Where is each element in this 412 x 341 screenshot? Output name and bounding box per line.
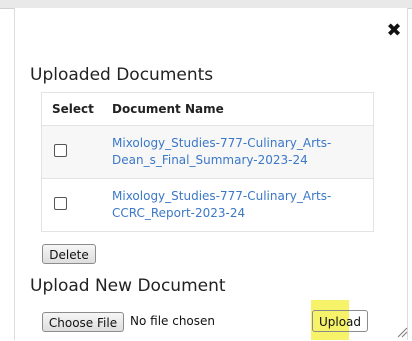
document-checkbox[interactable] xyxy=(54,197,67,210)
table-row: Mixology_Studies-777-Culinary_Arts- CCRC… xyxy=(41,178,374,232)
column-header-document-name: Document Name xyxy=(102,92,374,126)
upload-new-document-title: Upload New Document xyxy=(30,276,226,296)
document-link-line-2: Dean_s_Final_Summary-2023-24 xyxy=(112,153,308,167)
choose-file-button[interactable]: Choose File xyxy=(42,312,124,332)
select-cell xyxy=(41,125,102,179)
document-link-line-1: Mixology_Studies-777-Culinary_Arts- xyxy=(112,189,332,203)
document-name-cell: Mixology_Studies-777-Culinary_Arts- CCRC… xyxy=(102,178,374,232)
document-link[interactable]: Mixology_Studies-777-Culinary_Arts- Dean… xyxy=(112,135,342,169)
document-checkbox[interactable] xyxy=(54,144,67,157)
document-link-line-2: CCRC_Report-2023-24 xyxy=(112,206,246,220)
table-header-row: Select Document Name xyxy=(41,92,374,126)
select-cell xyxy=(41,178,102,232)
documents-table: Select Document Name Mixology_Studies-77… xyxy=(41,92,374,232)
document-name-cell: Mixology_Studies-777-Culinary_Arts- Dean… xyxy=(102,125,374,179)
upload-button[interactable]: Upload xyxy=(312,310,368,332)
file-status-text: No file chosen xyxy=(130,314,216,328)
uploaded-documents-title: Uploaded Documents xyxy=(30,65,214,85)
document-link-line-1: Mixology_Studies-777-Culinary_Arts- xyxy=(112,136,332,150)
page: ✖ Uploaded Documents Select Document Nam… xyxy=(0,0,412,341)
resize-grip-icon[interactable] xyxy=(396,326,408,338)
document-link[interactable]: Mixology_Studies-777-Culinary_Arts- CCRC… xyxy=(112,188,342,222)
delete-button[interactable]: Delete xyxy=(42,244,96,264)
column-header-select: Select xyxy=(41,92,102,126)
close-icon[interactable]: ✖ xyxy=(385,22,403,40)
table-row: Mixology_Studies-777-Culinary_Arts- Dean… xyxy=(41,125,374,179)
